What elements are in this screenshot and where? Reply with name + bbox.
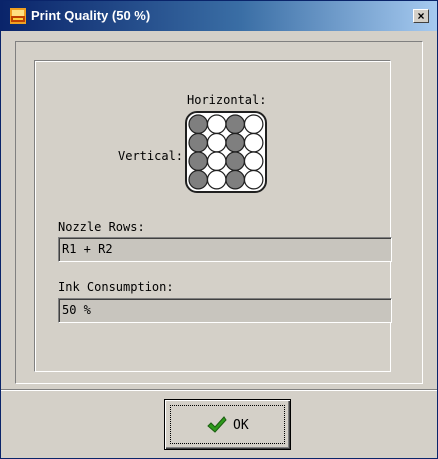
ok-button[interactable]: OK [164, 399, 291, 450]
ink-consumption-label: Ink Consumption: [58, 280, 174, 294]
nozzle-rows-label: Nozzle Rows: [58, 220, 145, 234]
nozzle-dot-filled [225, 169, 245, 190]
nozzle-dot-empty [206, 169, 227, 190]
horizontal-label: Horizontal: [187, 93, 267, 107]
nozzle-dot-empty [206, 132, 227, 153]
nozzle-dot-filled [225, 114, 245, 134]
nozzle-dot-filled [188, 132, 208, 153]
ok-button-label: OK [233, 418, 249, 433]
close-icon: × [417, 9, 425, 23]
button-bar-separator [1, 389, 437, 391]
vertical-label: Vertical: [118, 149, 184, 163]
nozzle-dot-filled [188, 151, 208, 171]
nozzle-dot-empty [206, 151, 227, 171]
title-bar[interactable]: Print Quality (50 %) × [1, 1, 437, 31]
nozzle-pattern-grid [185, 111, 267, 193]
nozzle-pattern-svg [188, 114, 264, 190]
print-quality-dialog: Print Quality (50 %) × Horizontal: Verti… [0, 0, 438, 459]
nozzle-dot-empty [243, 151, 264, 171]
printer-app-icon [10, 8, 26, 24]
nozzle-dot-empty [243, 169, 264, 190]
nozzle-dot-empty [243, 114, 264, 134]
close-button[interactable]: × [413, 9, 429, 23]
nozzle-dot-filled [188, 169, 208, 190]
nozzle-rows-field: R1 + R2 [58, 237, 392, 262]
nozzle-dot-filled [225, 132, 245, 153]
nozzle-dot-empty [243, 132, 264, 153]
nozzle-dot-empty [206, 114, 227, 134]
window-title: Print Quality (50 %) [31, 8, 151, 23]
ink-consumption-field: 50 % [58, 298, 392, 323]
nozzle-dot-filled [225, 151, 245, 171]
nozzle-dot-filled [188, 114, 208, 134]
checkmark-icon [207, 416, 227, 433]
focus-rectangle [170, 405, 285, 444]
